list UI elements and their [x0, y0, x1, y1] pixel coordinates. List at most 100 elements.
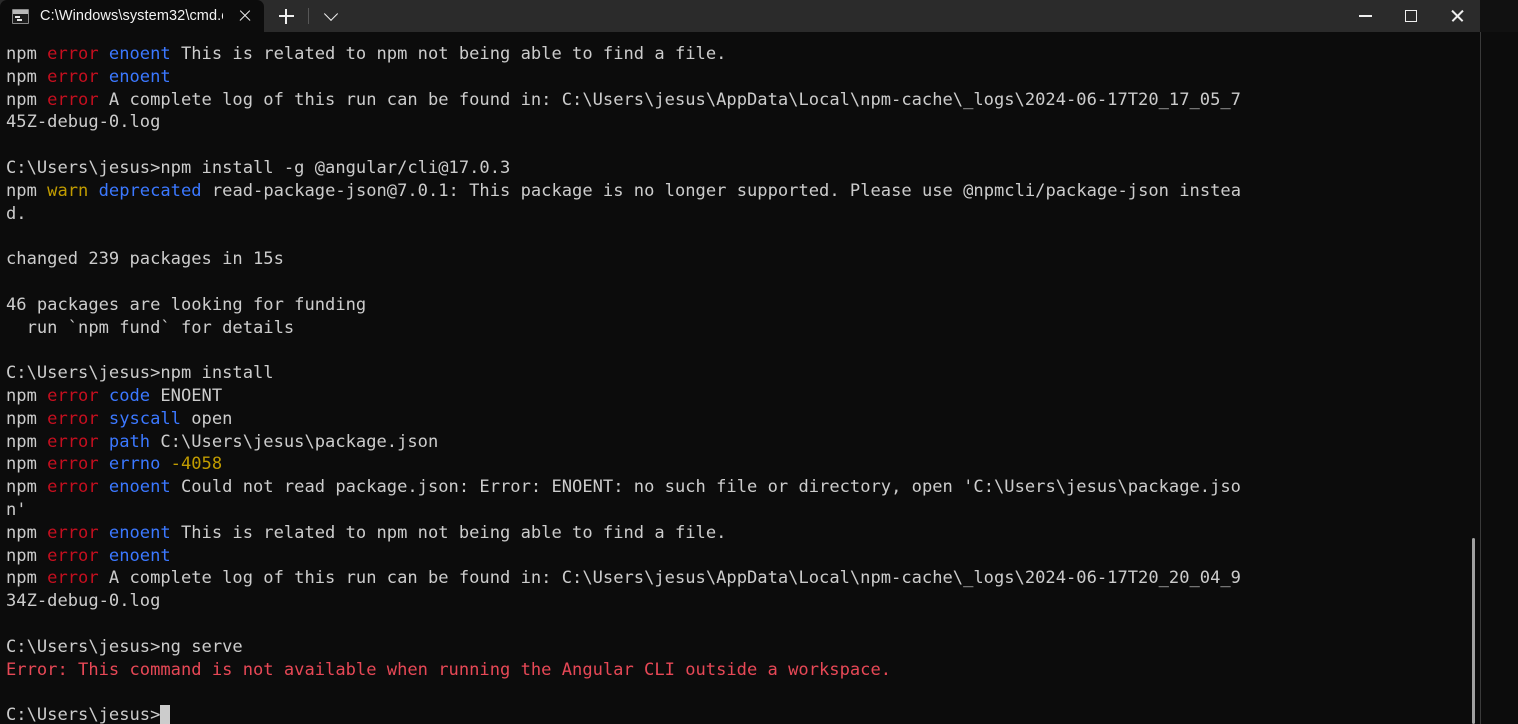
terminal-segment: code	[108, 385, 161, 406]
terminal-text: npm error enoent This is related to npm …	[6, 43, 1466, 724]
terminal-segment: C:\Users\jesus\package.json	[160, 431, 439, 452]
terminal-segment: path	[108, 431, 161, 452]
terminal-line: npm error path C:\Users\jesus\package.js…	[6, 431, 1466, 454]
terminal-segment: error	[47, 522, 109, 543]
terminal-segment: run `npm fund` for details	[6, 317, 295, 338]
terminal-line: C:\Users\jesus>npm install -g @angular/c…	[6, 157, 1466, 180]
tab-title: C:\Windows\system32\cmd.e	[40, 8, 223, 24]
terminal-segment: enoent	[108, 522, 181, 543]
terminal-segment: 45Z-debug-0.log	[6, 112, 161, 133]
terminal-segment: deprecated	[98, 180, 212, 201]
terminal-segment: npm	[6, 89, 48, 110]
terminal-segment: error	[47, 431, 109, 452]
terminal-segment: error	[47, 385, 109, 406]
terminal-line: npm error A complete log of this run can…	[6, 89, 1466, 112]
terminal-line: npm error enoent	[6, 545, 1466, 568]
terminal-output-area[interactable]: npm error enoent This is related to npm …	[0, 32, 1518, 724]
minimize-icon	[1358, 15, 1372, 17]
terminal-line: npm error enoent	[6, 66, 1466, 89]
terminal-segment: syscall	[108, 408, 192, 429]
new-tab-button[interactable]	[264, 0, 308, 32]
terminal-line: 34Z-debug-0.log	[6, 590, 1466, 613]
terminal-segment: npm	[6, 454, 48, 475]
terminal-line: n'	[6, 499, 1466, 522]
terminal-segment: enoent	[108, 44, 181, 64]
terminal-segment: npm	[6, 44, 48, 64]
terminal-segment: open	[191, 408, 233, 429]
terminal-line: changed 239 packages in 15s	[6, 248, 1466, 271]
terminal-segment: d.	[6, 203, 27, 224]
terminal-line: C:\Users\jesus>	[6, 704, 1466, 724]
close-icon	[238, 9, 252, 23]
window-controls	[1342, 0, 1480, 32]
terminal-cursor	[160, 705, 171, 724]
terminal-line: npm error errno -4058	[6, 453, 1466, 476]
terminal-line: d.	[6, 203, 1466, 226]
terminal-line: C:\Users\jesus>ng serve	[6, 636, 1466, 659]
close-tab-button[interactable]	[235, 6, 255, 26]
terminal-line: npm warn deprecated read-package-json@7.…	[6, 180, 1466, 203]
terminal-line: npm error enoent This is related to npm …	[6, 522, 1466, 545]
terminal-segment: This is related to npm not being able to…	[180, 44, 727, 64]
terminal-tab[interactable]: C:\Windows\system32\cmd.e	[0, 0, 264, 32]
cmd-console-icon	[12, 8, 29, 24]
terminal-line: Error: This command is not available whe…	[6, 659, 1466, 682]
terminal-segment: C:\Users\jesus>ng serve	[6, 636, 243, 657]
terminal-segment: npm	[6, 385, 48, 406]
plus-icon	[278, 8, 294, 24]
terminal-segment: error	[47, 44, 109, 64]
terminal-segment: npm	[6, 66, 48, 87]
terminal-segment: error	[47, 568, 109, 589]
terminal-segment: changed 239 packages in 15s	[6, 249, 284, 270]
terminal-line: npm error A complete log of this run can…	[6, 567, 1466, 590]
close-window-button[interactable]	[1434, 0, 1480, 32]
window-titlebar[interactable]: C:\Windows\system32\cmd.e	[0, 0, 1480, 32]
terminal-line: npm error code ENOENT	[6, 385, 1466, 408]
terminal-segment: error	[47, 454, 109, 475]
terminal-scrollbar-thumb[interactable]	[1472, 538, 1475, 724]
maximize-button[interactable]	[1388, 0, 1434, 32]
terminal-segment: npm	[6, 522, 48, 543]
terminal-segment: enoent	[108, 477, 181, 498]
terminal-segment: C:\Users\jesus>npm install -g @angular/c…	[6, 157, 511, 178]
terminal-segment: C:\Users\jesus>	[6, 705, 161, 724]
terminal-segment: error	[47, 477, 109, 498]
terminal-segment: errno	[108, 454, 171, 475]
titlebar-right-gap	[1480, 0, 1518, 32]
terminal-segment: read-package-json@7.0.1: This package is…	[211, 180, 1241, 201]
maximize-icon	[1405, 10, 1417, 22]
terminal-line: 46 packages are looking for funding	[6, 294, 1466, 317]
terminal-segment: A complete log of this run can be found …	[108, 568, 1241, 589]
terminal-segment: Error: This command is not available whe…	[6, 659, 892, 680]
terminal-segment: npm	[6, 180, 48, 201]
terminal-line: npm error enoent This is related to npm …	[6, 43, 1466, 66]
terminal-segment: npm	[6, 477, 48, 498]
terminal-line: 45Z-debug-0.log	[6, 111, 1466, 134]
close-window-icon	[1450, 9, 1465, 24]
terminal-right-edge	[1480, 32, 1481, 724]
terminal-segment: C:\Users\jesus>npm install	[6, 363, 274, 384]
tab-dropdown-button[interactable]	[309, 0, 353, 32]
terminal-segment: error	[47, 545, 109, 566]
terminal-segment: npm	[6, 408, 48, 429]
minimize-button[interactable]	[1342, 0, 1388, 32]
terminal-segment: enoent	[108, 545, 171, 566]
terminal-segment: A complete log of this run can be found …	[108, 89, 1241, 110]
terminal-segment: This is related to npm not being able to…	[180, 522, 727, 543]
terminal-segment: error	[47, 89, 109, 110]
terminal-segment: error	[47, 408, 109, 429]
terminal-segment: warn	[47, 180, 99, 201]
terminal-segment: error	[47, 66, 109, 87]
terminal-line: npm error syscall open	[6, 408, 1466, 431]
terminal-segment: enoent	[108, 66, 171, 87]
terminal-segment: n'	[6, 499, 27, 520]
terminal-segment: npm	[6, 545, 48, 566]
terminal-segment: Could not read package.json: Error: ENOE…	[180, 477, 1241, 498]
terminal-segment: ENOENT	[160, 385, 223, 406]
